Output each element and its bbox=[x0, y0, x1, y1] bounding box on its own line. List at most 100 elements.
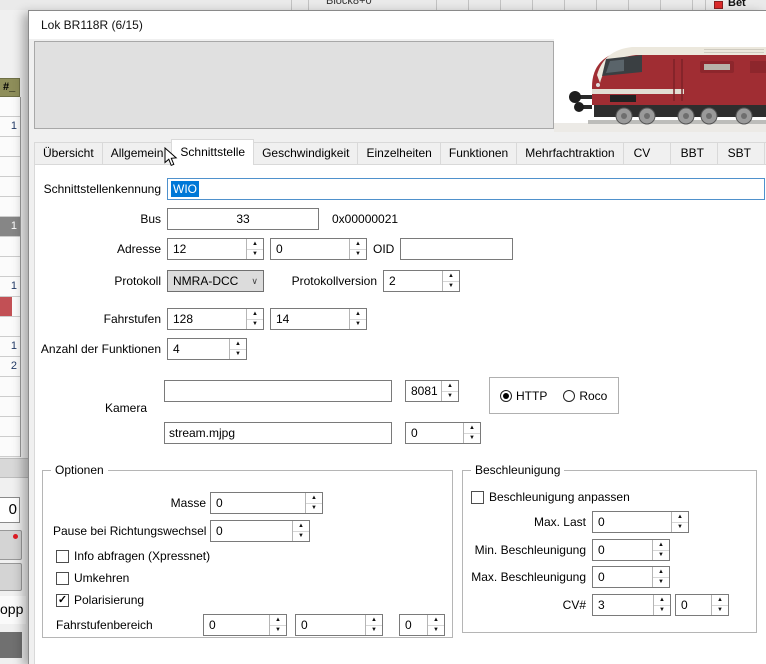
anzahl-funktionen-input[interactable] bbox=[168, 339, 229, 359]
spin-up-icon[interactable]: ▲ bbox=[230, 339, 246, 350]
tab-allgemein[interactable]: Allgemein bbox=[102, 142, 173, 164]
spin-down-icon[interactable]: ▼ bbox=[350, 250, 366, 260]
spin-down-icon[interactable]: ▼ bbox=[443, 282, 459, 292]
spin-down-icon[interactable]: ▼ bbox=[270, 626, 286, 636]
spinner-buttons[interactable]: ▲▼ bbox=[671, 512, 688, 532]
fahrstufenbereich-input-3[interactable] bbox=[400, 615, 427, 635]
spin-down-icon[interactable]: ▼ bbox=[442, 392, 458, 402]
table-row[interactable] bbox=[0, 317, 20, 337]
fahrstufen-spinner[interactable]: ▲▼ bbox=[167, 308, 264, 330]
tab-schnittstelle[interactable]: Schnittstelle bbox=[171, 139, 254, 165]
pause-input[interactable] bbox=[211, 521, 292, 541]
spin-up-icon[interactable]: ▲ bbox=[270, 615, 286, 626]
table-row[interactable]: 1 bbox=[0, 277, 20, 297]
pause-spinner[interactable]: ▲▼ bbox=[210, 520, 310, 542]
kamera-stream-input[interactable] bbox=[164, 422, 392, 444]
checkbox-polarisierung[interactable]: ✓ Polarisierung bbox=[56, 592, 144, 608]
spin-down-icon[interactable]: ▼ bbox=[464, 434, 480, 444]
spin-down-icon[interactable]: ▼ bbox=[306, 504, 322, 514]
spin-up-icon[interactable]: ▲ bbox=[464, 423, 480, 434]
fahrstufenbereich-spinner-3[interactable]: ▲▼ bbox=[399, 614, 445, 636]
spin-up-icon[interactable]: ▲ bbox=[443, 271, 459, 282]
spinner-buttons[interactable]: ▲▼ bbox=[711, 595, 728, 615]
spin-up-icon[interactable]: ▲ bbox=[350, 309, 366, 320]
table-row[interactable] bbox=[0, 157, 20, 177]
tab-mehrfachtraktion[interactable]: Mehrfachtraktion bbox=[516, 142, 623, 164]
spinner-buttons[interactable]: ▲▼ bbox=[349, 309, 366, 329]
spin-up-icon[interactable]: ▲ bbox=[442, 381, 458, 392]
spin-up-icon[interactable]: ▲ bbox=[672, 512, 688, 523]
spin-up-icon[interactable]: ▲ bbox=[653, 567, 669, 578]
spinner-buttons[interactable]: ▲▼ bbox=[365, 615, 382, 635]
table-row[interactable] bbox=[0, 397, 20, 417]
checkbox-icon[interactable]: ✓ bbox=[56, 594, 69, 607]
tab-geschwindigkeit[interactable]: Geschwindigkeit bbox=[253, 142, 358, 164]
spinner-buttons[interactable]: ▲▼ bbox=[305, 493, 322, 513]
spin-down-icon[interactable]: ▼ bbox=[350, 320, 366, 330]
spin-up-icon[interactable]: ▲ bbox=[306, 493, 322, 504]
kamera-stream-port-spinner[interactable]: ▲▼ bbox=[405, 422, 481, 444]
spin-up-icon[interactable]: ▲ bbox=[428, 615, 444, 626]
spin-up-icon[interactable]: ▲ bbox=[247, 309, 263, 320]
spinner-buttons[interactable]: ▲▼ bbox=[292, 521, 309, 541]
table-row[interactable]: 1 bbox=[0, 117, 20, 137]
oid-input[interactable] bbox=[400, 238, 513, 260]
min-beschleunigung-spinner[interactable]: ▲▼ bbox=[592, 539, 670, 561]
spin-up-icon[interactable]: ▲ bbox=[350, 239, 366, 250]
spin-down-icon[interactable]: ▼ bbox=[654, 606, 670, 616]
checkbox-beschleunigung-anpassen[interactable]: ✓ Beschleunigung anpassen bbox=[471, 489, 630, 505]
fahrstufenbereich-spinner-2[interactable]: ▲▼ bbox=[295, 614, 383, 636]
checkbox-icon[interactable]: ✓ bbox=[56, 572, 69, 585]
cv-input-1[interactable] bbox=[593, 595, 653, 615]
spin-up-icon[interactable]: ▲ bbox=[247, 239, 263, 250]
kamera-url-input[interactable] bbox=[164, 380, 392, 402]
checkbox-icon[interactable]: ✓ bbox=[56, 550, 69, 563]
table-row[interactable] bbox=[0, 177, 20, 197]
max-last-input[interactable] bbox=[593, 512, 671, 532]
cv-spinner-2[interactable]: ▲▼ bbox=[675, 594, 729, 616]
table-row[interactable]: 2 bbox=[0, 357, 20, 377]
fahrstufen2-spinner[interactable]: ▲▼ bbox=[270, 308, 367, 330]
max-beschleunigung-spinner[interactable]: ▲▼ bbox=[592, 566, 670, 588]
spin-down-icon[interactable]: ▼ bbox=[672, 523, 688, 533]
cv-spinner-1[interactable]: ▲▼ bbox=[592, 594, 671, 616]
fahrstufenbereich-input-1[interactable] bbox=[204, 615, 269, 635]
spin-down-icon[interactable]: ▼ bbox=[653, 578, 669, 588]
kennung-input[interactable]: WIO bbox=[167, 178, 765, 200]
tab-sbt[interactable]: SBT bbox=[717, 142, 765, 164]
spinner-buttons[interactable]: ▲▼ bbox=[427, 615, 444, 635]
fahrstufenbereich-spinner-1[interactable]: ▲▼ bbox=[203, 614, 287, 636]
table-row[interactable] bbox=[0, 417, 20, 437]
max-beschleunigung-input[interactable] bbox=[593, 567, 652, 587]
table-row[interactable] bbox=[0, 237, 20, 257]
bus-input[interactable] bbox=[167, 208, 319, 230]
table-row[interactable] bbox=[0, 137, 20, 157]
table-row[interactable] bbox=[0, 257, 20, 277]
tab-bbt[interactable]: BBT bbox=[670, 142, 718, 164]
tab-einzelheiten[interactable]: Einzelheiten bbox=[357, 142, 440, 164]
spinner-buttons[interactable]: ▲▼ bbox=[246, 309, 263, 329]
table-row[interactable] bbox=[0, 297, 20, 317]
masse-spinner[interactable]: ▲▼ bbox=[210, 492, 323, 514]
cv-input-2[interactable] bbox=[676, 595, 711, 615]
table-row[interactable]: 1 bbox=[0, 217, 20, 237]
spin-down-icon[interactable]: ▼ bbox=[247, 320, 263, 330]
stop-button-fragment[interactable]: opp bbox=[0, 596, 26, 624]
spinner-buttons[interactable]: ▲▼ bbox=[441, 381, 458, 401]
min-beschleunigung-input[interactable] bbox=[593, 540, 652, 560]
spinner-buttons[interactable]: ▲▼ bbox=[349, 239, 366, 259]
protokollversion-input[interactable] bbox=[384, 271, 442, 291]
kamera-port-spinner[interactable]: ▲▼ bbox=[405, 380, 459, 402]
max-last-spinner[interactable]: ▲▼ bbox=[592, 511, 689, 533]
kamera-port-input[interactable] bbox=[406, 381, 441, 401]
masse-input[interactable] bbox=[211, 493, 305, 513]
spin-down-icon[interactable]: ▼ bbox=[428, 626, 444, 636]
spinner-buttons[interactable]: ▲▼ bbox=[246, 239, 263, 259]
table-row[interactable]: 1 bbox=[0, 337, 20, 357]
kamera-stream-port-input[interactable] bbox=[406, 423, 463, 443]
background-button-2[interactable] bbox=[0, 563, 22, 591]
spin-up-icon[interactable]: ▲ bbox=[366, 615, 382, 626]
tab-cv[interactable]: CV bbox=[623, 142, 671, 164]
dialog-titlebar[interactable]: Lok BR118R (6/15) bbox=[29, 11, 766, 39]
table-row[interactable] bbox=[0, 197, 20, 217]
